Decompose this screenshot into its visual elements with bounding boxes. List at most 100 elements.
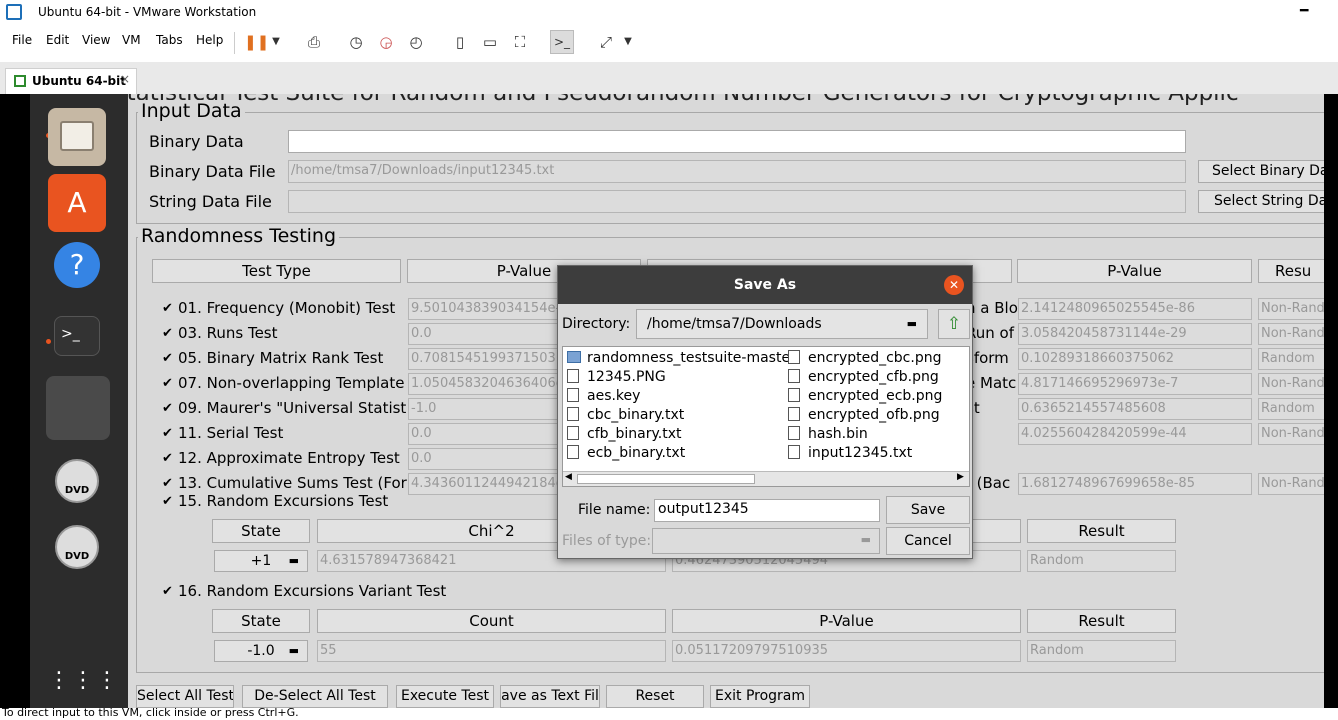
checkbox-test-16[interactable]: ✔	[162, 584, 173, 599]
filename-label: File name:	[578, 502, 651, 518]
active-app-icon[interactable]	[46, 376, 110, 440]
variant-state-select[interactable]: -1.0 ▬	[214, 640, 308, 662]
dvd-icon[interactable]: DVD	[48, 520, 106, 578]
option-menu-icon: ▬	[906, 317, 917, 330]
string-file-input[interactable]	[288, 190, 1186, 213]
checkbox-test-15[interactable]: ✔	[162, 494, 173, 509]
binary-file-input[interactable]: /home/tmsa7/Downloads/input12345.txt	[288, 160, 1186, 183]
file-name: randomness_testsuite-master	[587, 350, 796, 366]
file-item[interactable]: encrypted_ecb.png	[788, 388, 942, 407]
file-item[interactable]: encrypted_ofb.png	[788, 407, 942, 426]
file-item[interactable]: input12345.txt	[788, 445, 942, 464]
test-label: 01. Frequency (Monobit) Test	[178, 299, 396, 317]
scrollbar-thumb[interactable]	[577, 474, 755, 484]
test-checkbox[interactable]: ✔	[162, 351, 173, 366]
scroll-right-icon[interactable]: ▶	[957, 472, 964, 482]
file-item[interactable]: encrypted_cfb.png	[788, 369, 942, 388]
menu-file[interactable]: File	[12, 33, 32, 47]
pause-icon[interactable]: ❚❚	[244, 32, 269, 52]
file-item[interactable]: hash.bin	[788, 426, 942, 445]
chevron-down-icon[interactable]: ▼	[266, 32, 286, 52]
directory-select[interactable]: /home/tmsa7/Downloads ▬	[636, 309, 928, 339]
menu-view[interactable]: View	[82, 33, 110, 47]
status-text: To direct input to this VM, click inside…	[2, 708, 299, 719]
test-checkbox[interactable]: ✔	[162, 376, 173, 391]
filetype-select[interactable]: ▬	[652, 528, 880, 554]
test-checkbox[interactable]: ✔	[162, 326, 173, 341]
file-item[interactable]: randomness_testsuite-master	[567, 350, 796, 369]
variant-count-field: 55	[317, 640, 666, 662]
select-string-button[interactable]: Select String Dat	[1198, 190, 1324, 213]
directory-label: Directory:	[562, 316, 631, 332]
vmware-logo-icon	[6, 4, 22, 20]
reset-button[interactable]: Reset	[606, 685, 704, 708]
menu-edit[interactable]: Edit	[46, 33, 69, 47]
test-15-label: 15. Random Excursions Test	[178, 492, 389, 510]
select-all-button[interactable]: Select All Test	[136, 685, 234, 708]
binary-data-label: Binary Data	[149, 132, 244, 151]
scroll-left-icon[interactable]: ◀	[565, 472, 572, 482]
test-result: Non-Rand	[1258, 423, 1324, 445]
revert-snapshot-icon[interactable]: ◶	[376, 32, 396, 52]
stretch-dropdown-icon[interactable]: ▼	[618, 32, 638, 52]
stretch-icon[interactable]: ⤢	[596, 32, 616, 52]
cancel-button[interactable]: Cancel	[886, 527, 970, 555]
test-checkbox[interactable]: ✔	[162, 401, 173, 416]
console-view-icon[interactable]: >_	[550, 30, 574, 54]
terminal-icon[interactable]: >_	[54, 316, 100, 356]
thumbnail-bar-icon[interactable]: ▭	[480, 32, 500, 52]
binary-data-input[interactable]	[288, 130, 1186, 153]
horizontal-scrollbar[interactable]: ◀ ▶	[563, 471, 969, 486]
file-icon	[567, 369, 579, 383]
up-folder-icon[interactable]: ⇧	[938, 309, 970, 339]
fullscreen-icon[interactable]: ⛶	[510, 32, 530, 52]
file-icon	[788, 369, 800, 383]
file-item[interactable]: cfb_binary.txt	[567, 426, 796, 445]
app-grid-icon[interactable]: ⋮⋮⋮	[48, 666, 118, 708]
tab-close-icon[interactable]: ×	[120, 72, 130, 86]
deselect-all-button[interactable]: De-Select All Test	[242, 685, 388, 708]
ubuntu-dock: A ? >_ DVD DVD ⋮⋮⋮	[30, 94, 128, 708]
test-result: Non-Rand	[1258, 298, 1324, 320]
send-ctrl-alt-del-icon[interactable]: ⎙	[304, 32, 324, 52]
save-button[interactable]: Save	[886, 496, 970, 524]
menu-vm[interactable]: VM	[122, 33, 141, 47]
variant-result-field: Random	[1027, 640, 1176, 662]
excursions-state-select[interactable]: +1 ▬	[214, 550, 308, 572]
test-label-right: Run of	[966, 324, 1014, 342]
exit-program-button[interactable]: Exit Program	[710, 685, 810, 708]
snapshot-manager-icon[interactable]: ◴	[406, 32, 426, 52]
snapshot-icon[interactable]: ◷	[346, 32, 366, 52]
filename-input[interactable]: output12345	[654, 499, 880, 522]
file-icon	[788, 426, 800, 440]
file-item[interactable]: encrypted_cbc.png	[788, 350, 942, 369]
file-list[interactable]: randomness_testsuite-master 12345.PNG aes.…	[562, 346, 970, 487]
test-label: 07. Non-overlapping Template M	[178, 374, 407, 392]
test-checkbox[interactable]: ✔	[162, 426, 173, 441]
dialog-close-icon[interactable]: ✕	[944, 275, 964, 295]
window-close-icon[interactable]: ━	[1300, 3, 1308, 19]
option-menu-icon: ▬	[288, 644, 299, 657]
tab-ubuntu[interactable]: Ubuntu 64-bit ×	[5, 68, 137, 94]
help-icon[interactable]: ?	[54, 242, 100, 288]
test-checkbox[interactable]: ✔	[162, 476, 173, 491]
file-item[interactable]: 12345.PNG	[567, 369, 796, 388]
dvd-icon[interactable]: DVD	[48, 454, 106, 512]
execute-test-button[interactable]: Execute Test	[396, 685, 494, 708]
binary-file-label: Binary Data File	[149, 162, 276, 181]
file-item[interactable]: cbc_binary.txt	[567, 407, 796, 426]
test-checkbox[interactable]: ✔	[162, 451, 173, 466]
input-data-legend: Input Data	[138, 100, 245, 122]
menu-tabs[interactable]: Tabs	[156, 33, 183, 47]
select-binary-button[interactable]: Select Binary Dat	[1198, 160, 1324, 183]
menu-help[interactable]: Help	[196, 33, 223, 47]
file-item[interactable]: ecb_binary.txt	[567, 445, 796, 464]
software-center-icon[interactable]: A	[48, 174, 106, 232]
test-p-value-right: 1.6812748967699658e-85	[1018, 473, 1252, 495]
files-icon[interactable]	[48, 108, 106, 166]
file-item[interactable]: aes.key	[567, 388, 796, 407]
test-checkbox[interactable]: ✔	[162, 301, 173, 316]
sidebar-toggle-icon[interactable]: ▯	[450, 32, 470, 52]
filetype-label: Files of type:	[562, 533, 652, 549]
save-as-text-button[interactable]: ave as Text Fil	[500, 685, 600, 708]
